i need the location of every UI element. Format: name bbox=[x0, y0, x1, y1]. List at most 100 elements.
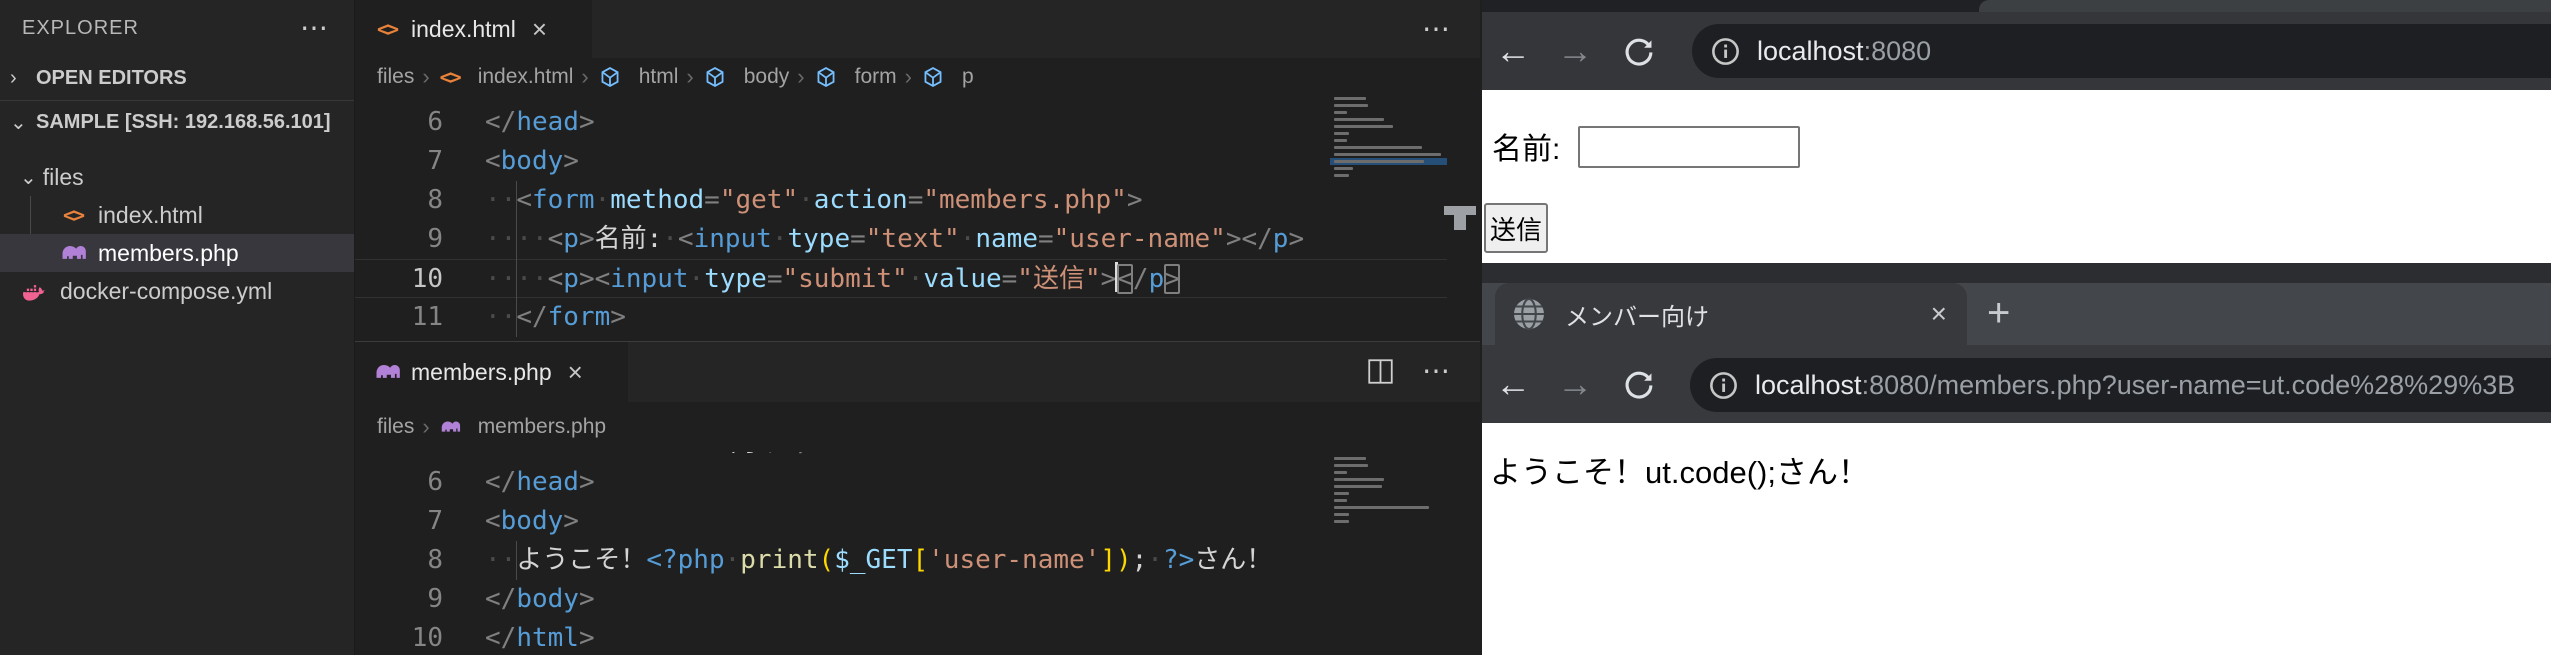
code-token: </ bbox=[485, 584, 516, 614]
code-line-5: 5··<title>Hello World</title> bbox=[355, 95, 1447, 103]
url-bar[interactable]: localhost:8080 bbox=[1692, 24, 2551, 78]
minimap-line bbox=[1330, 462, 1447, 469]
code-token: > bbox=[1101, 264, 1117, 294]
line-number: 7 bbox=[355, 142, 443, 181]
breadcrumb-label: p bbox=[962, 65, 974, 89]
tree-item-label: files bbox=[43, 164, 84, 191]
code-token: </ bbox=[782, 452, 813, 458]
close-icon[interactable]: × bbox=[1931, 298, 1947, 330]
line-number: 11 bbox=[355, 298, 443, 337]
html-file-icon: <> bbox=[373, 15, 401, 43]
code-token: "送信" bbox=[1017, 264, 1100, 294]
code-line-content: <body> bbox=[485, 502, 579, 541]
breadcrumb-pane2: files›members.php bbox=[355, 402, 1480, 452]
code-token: html bbox=[516, 623, 579, 653]
indent-guide bbox=[516, 181, 517, 337]
url-bar[interactable]: localhost:8080/members.php?user-name=ut.… bbox=[1690, 358, 2551, 412]
close-icon[interactable]: × bbox=[568, 359, 583, 385]
tree-item-files[interactable]: ⌄files bbox=[0, 158, 354, 196]
chevron-down-icon: ⌄ bbox=[20, 165, 37, 190]
file-tree: ⌄files<>index.htmlmembers.phpdocker-comp… bbox=[0, 158, 354, 310]
indent-guide bbox=[516, 541, 517, 580]
split-editor-icon[interactable] bbox=[1367, 358, 1394, 385]
section-workspace[interactable]: ⌄ SAMPLE [SSH: 192.168.56.101] bbox=[0, 100, 354, 144]
code-token: < bbox=[548, 264, 564, 294]
code-line-8: 8··<form·method="get"·action="members.ph… bbox=[355, 181, 1447, 220]
code-token: > bbox=[579, 107, 595, 137]
browser-window-form: ← → localhost:8080 名前: 送信 bbox=[1482, 0, 2551, 263]
explorer-more-icon[interactable]: ⋯ bbox=[300, 23, 330, 33]
breadcrumb-item-members-php[interactable]: members.php bbox=[438, 415, 606, 439]
code-token: · bbox=[908, 264, 924, 294]
code-line-6: 6</head> bbox=[355, 103, 1447, 142]
reload-icon[interactable] bbox=[1606, 367, 1672, 401]
code-token: type bbox=[788, 224, 851, 254]
workspace-label: SAMPLE [SSH: 192.168.56.101] bbox=[36, 111, 331, 134]
code-token: = bbox=[908, 185, 924, 215]
minimap-pane2[interactable] bbox=[1330, 455, 1447, 545]
tab-index-html[interactable]: <> index.html × bbox=[355, 0, 592, 58]
site-info-icon[interactable] bbox=[1708, 370, 1739, 401]
new-tab-icon[interactable]: + bbox=[1987, 293, 2010, 333]
code-token: · bbox=[595, 185, 611, 215]
minimap-line bbox=[1330, 165, 1447, 172]
code-token: title bbox=[532, 95, 610, 98]
tab-members-php[interactable]: members.php × bbox=[355, 342, 628, 402]
code-token: > bbox=[579, 224, 595, 254]
forward-icon[interactable]: → bbox=[1544, 33, 1606, 69]
name-text-input[interactable] bbox=[1578, 126, 1800, 168]
code-token: print bbox=[740, 545, 818, 575]
minimap-line bbox=[1330, 144, 1447, 151]
code-editor-members-php[interactable]: 5··<title>メンバー向け</title>6</head>7<body>8… bbox=[355, 452, 1447, 655]
code-token: 'user-name' bbox=[928, 545, 1100, 575]
reload-icon[interactable] bbox=[1606, 34, 1672, 68]
breadcrumb-item-files[interactable]: files bbox=[377, 65, 414, 89]
name-field-label: 名前: bbox=[1492, 124, 1560, 168]
breadcrumb-item-body[interactable]: body bbox=[702, 64, 790, 90]
browser-window-members: メンバー向け × + ← → localhost:8080/members.ph… bbox=[1482, 263, 2551, 655]
code-editor-index-html[interactable]: 5··<title>Hello World</title>6</head>7<b… bbox=[355, 95, 1447, 342]
code-token: </ bbox=[485, 467, 516, 497]
forward-icon[interactable]: → bbox=[1544, 366, 1606, 402]
browser-toolbar: ← → localhost:8080/members.php?user-name… bbox=[1482, 345, 2551, 423]
line-number: 8 bbox=[355, 181, 443, 220]
site-info-icon[interactable] bbox=[1710, 36, 1741, 67]
code-token: 名前: bbox=[595, 224, 663, 254]
editor-actions-more-icon[interactable]: ⋯ bbox=[1422, 366, 1452, 376]
browser-toolbar: ← → localhost:8080 bbox=[1482, 12, 2551, 90]
back-icon[interactable]: ← bbox=[1482, 366, 1544, 402]
minimap-pane1[interactable] bbox=[1330, 95, 1447, 195]
code-line-content: </body> bbox=[485, 580, 595, 619]
code-line-content: ··</form> bbox=[485, 298, 626, 337]
minimap-line bbox=[1330, 483, 1447, 490]
chevron-right-icon: › bbox=[10, 67, 36, 90]
code-token: < bbox=[516, 185, 532, 215]
code-token: form bbox=[548, 302, 611, 332]
code-token: $_GET bbox=[834, 545, 912, 575]
submit-button[interactable]: 送信 bbox=[1484, 203, 1548, 253]
code-token: · bbox=[798, 185, 814, 215]
code-token: "text" bbox=[866, 224, 960, 254]
breadcrumb-item-files[interactable]: files bbox=[377, 415, 414, 439]
code-token: body bbox=[501, 506, 564, 536]
php-file-icon bbox=[58, 238, 88, 268]
code-token: = bbox=[1002, 264, 1018, 294]
breadcrumb-item-form[interactable]: form bbox=[813, 64, 897, 90]
chevron-down-icon: ⌄ bbox=[10, 110, 36, 135]
line-number: 9 bbox=[355, 220, 443, 259]
breadcrumb-item-index-html[interactable]: <>index.html bbox=[438, 65, 574, 89]
code-token: ·· bbox=[485, 302, 516, 332]
tab-bar-pane2[interactable]: members.php × ⋯ bbox=[355, 342, 1480, 402]
screenshot-root: EXPLORER ⋯ › OPEN EDITORS ⌄ SAMPLE [SSH:… bbox=[0, 0, 2551, 655]
editor-actions-more-icon[interactable]: ⋯ bbox=[1422, 24, 1452, 34]
close-icon[interactable]: × bbox=[532, 16, 547, 42]
back-icon[interactable]: ← bbox=[1482, 33, 1544, 69]
breadcrumb-item-p[interactable]: p bbox=[920, 64, 974, 90]
tree-item-index-html[interactable]: <>index.html bbox=[0, 196, 354, 234]
tree-item-docker-compose-yml[interactable]: docker-compose.yml bbox=[0, 272, 354, 310]
tree-item-members-php[interactable]: members.php bbox=[0, 234, 354, 272]
breadcrumb-item-html[interactable]: html bbox=[597, 64, 679, 90]
browser-tab-members[interactable]: メンバー向け × bbox=[1495, 283, 1967, 345]
tab-bar-pane1[interactable]: <> index.html × ⋯ bbox=[355, 0, 1480, 58]
section-open-editors[interactable]: › OPEN EDITORS bbox=[0, 56, 354, 100]
